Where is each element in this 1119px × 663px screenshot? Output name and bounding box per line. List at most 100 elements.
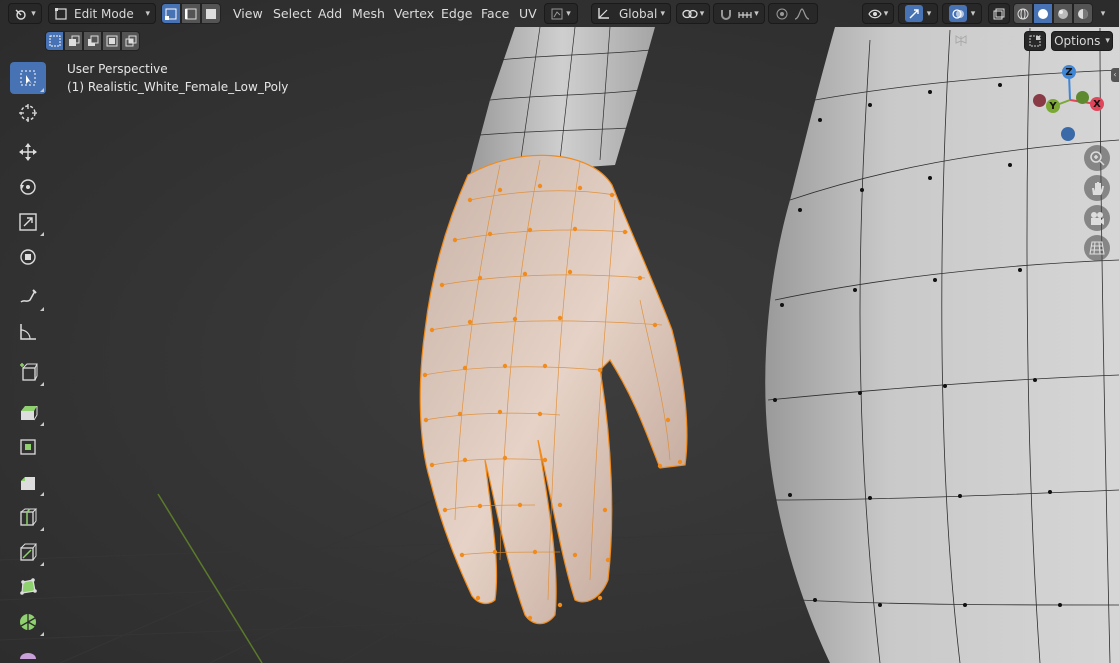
material-shading-button[interactable] xyxy=(1053,3,1073,24)
gizmo-neg-x-axis[interactable] xyxy=(1033,94,1046,107)
gizmo-toggle[interactable] xyxy=(904,5,923,22)
face-select-icon xyxy=(206,8,216,19)
grid-ortho-icon xyxy=(1089,241,1105,255)
tool-knife[interactable] xyxy=(10,536,46,568)
annotate-icon xyxy=(20,289,37,303)
gizmo-neg-y-axis[interactable] xyxy=(1076,91,1089,104)
rendered-shading-button[interactable] xyxy=(1073,3,1093,24)
select-intersect-button[interactable] xyxy=(121,31,140,51)
proportional-edit-group[interactable] xyxy=(768,3,818,24)
visibility-dropdown[interactable]: ▾ xyxy=(862,3,894,24)
gizmo-neg-z-axis[interactable] xyxy=(1061,127,1075,141)
overlays-toggle[interactable] xyxy=(948,5,967,22)
tool-inset[interactable] xyxy=(10,431,46,463)
3d-viewport[interactable] xyxy=(0,0,1119,663)
pivot-point-dropdown[interactable]: ▾ xyxy=(676,3,710,24)
mirror-x-toggle[interactable]: X xyxy=(974,31,988,51)
overlays-dropdown[interactable]: ▾ xyxy=(942,3,982,24)
mirror-options-button[interactable] xyxy=(950,31,972,51)
snap-group[interactable]: ▾ xyxy=(713,3,765,24)
select-extend-button[interactable] xyxy=(64,31,83,51)
tool-transform[interactable] xyxy=(10,241,46,273)
tool-rotate[interactable] xyxy=(10,171,46,203)
zoom-button[interactable] xyxy=(1084,145,1110,171)
tool-scale[interactable] xyxy=(10,206,46,238)
solid-shading-button[interactable] xyxy=(1033,3,1053,24)
gizmo-y-axis[interactable]: Y xyxy=(1046,99,1060,113)
mirror-z-toggle[interactable]: Z xyxy=(1004,31,1018,51)
tool-select-box[interactable] xyxy=(10,62,46,94)
gizmo-z-axis[interactable]: Z xyxy=(1062,65,1076,79)
select-subtract-button[interactable] xyxy=(83,31,102,51)
mirror-butterfly-icon xyxy=(955,35,967,46)
sidebar-toggle[interactable]: ‹ xyxy=(1111,68,1119,82)
add-cube-icon xyxy=(20,363,38,381)
loop-cut-icon xyxy=(20,508,38,526)
wireframe-shading-button[interactable] xyxy=(1013,3,1033,24)
auto-merge-button[interactable] xyxy=(1024,31,1046,51)
camera-icon xyxy=(1091,212,1104,225)
navigation-gizmo[interactable]: Z X Y xyxy=(1028,62,1114,148)
select-box-icon xyxy=(20,70,36,86)
chevron-down-icon: ▾ xyxy=(1100,8,1106,19)
tool-extrude[interactable] xyxy=(10,396,46,428)
tool-spin[interactable] xyxy=(10,606,46,638)
menu-uv[interactable]: UV xyxy=(514,3,542,24)
tool-move[interactable] xyxy=(10,136,46,168)
xray-toggle[interactable] xyxy=(988,3,1010,24)
menu-select[interactable]: Select xyxy=(268,3,317,24)
menu-mesh[interactable]: Mesh xyxy=(347,3,390,24)
transform-icon xyxy=(20,249,36,265)
menu-add[interactable]: Add xyxy=(313,3,347,24)
tool-cursor[interactable] xyxy=(10,97,46,129)
rendered-icon xyxy=(1078,8,1088,19)
transform-orientation-select[interactable]: Global ▾ xyxy=(591,3,671,24)
select-invert-button[interactable] xyxy=(102,31,121,51)
chevron-down-icon: ▾ xyxy=(754,8,759,19)
view-name: User Perspective xyxy=(67,62,168,76)
tool-bevel[interactable] xyxy=(10,466,46,498)
tool-add-cube[interactable] xyxy=(10,356,46,388)
inset-icon xyxy=(20,439,36,455)
poly-build-icon xyxy=(20,578,37,595)
falloff-curve-icon xyxy=(794,7,810,20)
spin-icon xyxy=(20,614,36,630)
edge-select-button[interactable] xyxy=(181,3,201,24)
mirror-y-toggle[interactable]: Y xyxy=(988,31,1002,51)
select-new-button[interactable] xyxy=(45,31,64,51)
material-icon xyxy=(1058,8,1068,19)
pan-button[interactable] xyxy=(1084,175,1110,201)
snap-increment-icon xyxy=(738,11,752,18)
camera-view-button[interactable] xyxy=(1084,205,1110,231)
vertex-select-button[interactable] xyxy=(161,3,181,24)
menu-vertex[interactable]: Vertex xyxy=(389,3,439,24)
tool-poly-build[interactable] xyxy=(10,571,46,603)
menu-view[interactable]: View xyxy=(228,3,268,24)
uv-sync-icon xyxy=(551,8,563,19)
options-label: Options xyxy=(1054,34,1101,48)
menu-face[interactable]: Face xyxy=(476,3,514,24)
selection-mode-group xyxy=(45,31,140,51)
viewport-scene xyxy=(0,0,1119,663)
shading-dropdown[interactable]: ▾ xyxy=(1094,3,1112,24)
face-select-button[interactable] xyxy=(201,3,221,24)
mode-select[interactable]: Edit Mode ▾ xyxy=(48,3,156,24)
options-dropdown[interactable]: Options ▾ xyxy=(1051,31,1113,51)
gizmo-x-axis[interactable]: X xyxy=(1090,97,1104,111)
tool-measure[interactable] xyxy=(10,316,46,348)
viewport-header: ▾ Edit Mode ▾ View Select Add Mesh Verte… xyxy=(0,0,1119,27)
proportional-edit-icon xyxy=(776,8,788,19)
tool-smooth[interactable] xyxy=(10,641,46,663)
bevel-icon xyxy=(21,477,35,490)
ortho-toggle-button[interactable] xyxy=(1084,235,1110,261)
uv-sync-dropdown[interactable]: ▾ xyxy=(544,3,578,24)
editor-type-button[interactable]: ▾ xyxy=(8,3,42,24)
zoom-icon xyxy=(1090,151,1105,166)
vertex-select-icon xyxy=(165,8,177,20)
gizmo-dropdown[interactable]: ▾ xyxy=(898,3,938,24)
chevron-down-icon: ▾ xyxy=(660,8,665,19)
chevron-down-icon: ▾ xyxy=(970,8,976,19)
tool-annotate[interactable] xyxy=(10,281,46,313)
tool-loop-cut[interactable] xyxy=(10,501,46,533)
menu-edge[interactable]: Edge xyxy=(436,3,477,24)
